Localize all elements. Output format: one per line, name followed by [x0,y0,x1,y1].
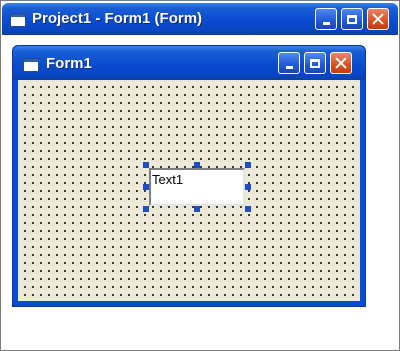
designer-window: Project1 - Form1 (Form) Form1 Text1 [0,0,400,351]
text1-textbox[interactable]: Text1 [149,168,245,206]
resize-handle-w[interactable] [143,184,149,190]
resize-handle-e[interactable] [245,184,251,190]
resize-handle-n[interactable] [194,162,200,168]
resize-handle-se[interactable] [245,206,251,212]
form1-minimize-button[interactable] [278,52,300,74]
minimize-icon [322,21,330,25]
form1-close-button[interactable] [330,52,352,74]
resize-handle-nw[interactable] [143,162,149,168]
designer-titlebar[interactable]: Project1 - Form1 (Form) [2,3,398,35]
form1-title: Form1 [46,55,92,72]
designer-maximize-button[interactable] [341,8,363,30]
form1-window: Form1 Text1 [12,45,366,307]
form1-titlebar[interactable]: Form1 [13,46,365,80]
resize-handle-ne[interactable] [245,162,251,168]
close-icon [335,57,347,69]
form-icon [23,58,39,72]
minimize-icon [285,65,293,69]
form1-maximize-button[interactable] [304,52,326,74]
designer-minimize-button[interactable] [315,8,337,30]
form-icon [10,13,26,27]
resize-handle-s[interactable] [194,206,200,212]
form-design-surface[interactable]: Text1 [18,80,360,301]
maximize-icon [347,14,357,24]
close-icon [372,13,384,25]
designer-title: Project1 - Form1 (Form) [32,10,203,27]
designer-close-button[interactable] [367,8,389,30]
maximize-icon [310,58,320,68]
resize-handle-sw[interactable] [143,206,149,212]
